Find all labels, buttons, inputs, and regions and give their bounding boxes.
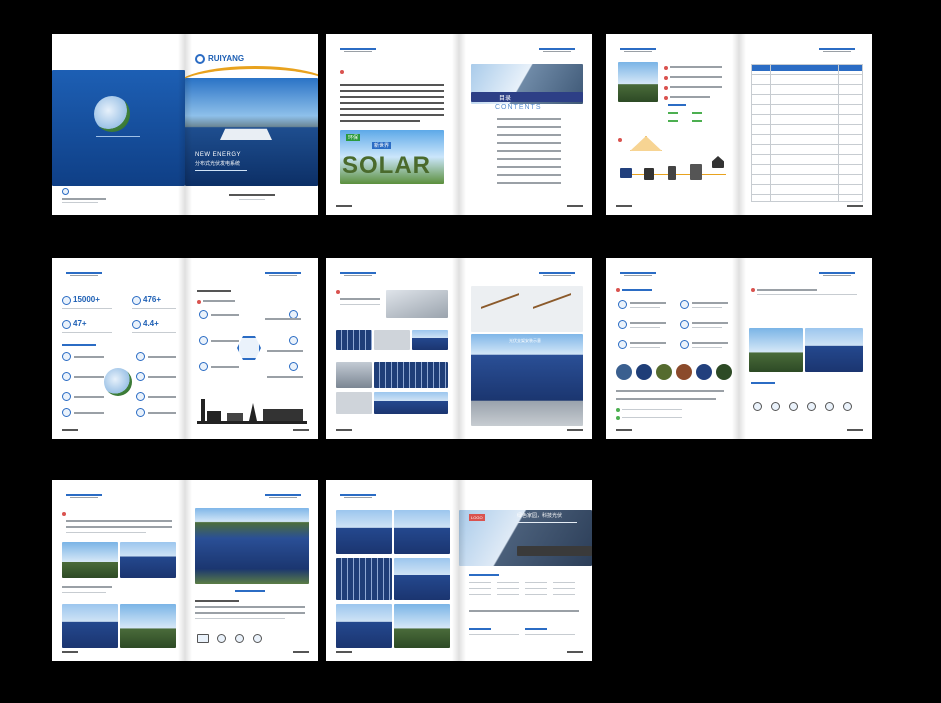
install-photo-5: [374, 362, 448, 388]
feature-icon-1: [753, 402, 762, 411]
installation-photos-page: [326, 258, 459, 439]
feature-icon-3: [789, 402, 798, 411]
system-page: [606, 34, 739, 215]
stat-value-1: 15000+: [73, 295, 100, 304]
factory-skyline: [197, 398, 307, 424]
rooftop-array-photo: [471, 334, 583, 426]
spread-cases[interactable]: [52, 480, 318, 661]
feature-icon-2: [771, 402, 780, 411]
case-photo-2: [120, 542, 176, 578]
install-photo-1: [336, 330, 372, 350]
spread-installation[interactable]: 光伏支架安装示意: [326, 258, 592, 439]
back-headline: 绿色家园，科技光伏: [517, 513, 563, 519]
contents-bar: [471, 92, 583, 102]
inverter-icon: [644, 168, 654, 180]
leaf-icon: [62, 320, 71, 329]
projects-page: [326, 480, 459, 661]
globe-plant-icon: [94, 96, 130, 132]
case-detail-page: [185, 480, 318, 661]
case-photo-1: [62, 542, 118, 578]
hex-diagram-page: [185, 258, 318, 439]
spread-projects-back[interactable]: LOGO 绿色家园，科技光伏: [326, 480, 592, 661]
feature-icon-5: [825, 402, 834, 411]
spread-advantages[interactable]: 15000+ 476+ 47+ 4.4+: [52, 258, 318, 439]
house-array-page: [739, 258, 872, 439]
spread-intro-contents[interactable]: 环保 新世界 SOLAR 目录 CONTENTS: [326, 34, 592, 215]
spread-system[interactable]: [606, 34, 872, 215]
clock-icon: [132, 296, 141, 305]
feature-photo-circle-3: [656, 364, 672, 380]
brochure-mockup-board: { "cover": { "brand": "RUIYANG", "taglin…: [0, 0, 941, 703]
feature-icon-4: [807, 402, 816, 411]
project-photo-3: [336, 558, 392, 600]
stat-value-2: 476+: [143, 295, 162, 304]
banner-label: 环保: [346, 134, 361, 141]
globe-plant-icon-2: [104, 368, 132, 396]
project-photo-4: [394, 558, 450, 600]
project-photo-2: [394, 510, 450, 554]
logo-small-icon: [62, 188, 69, 195]
install-photo-6: [336, 392, 372, 414]
roof-diagram-icon: [630, 136, 662, 151]
install-photo-7: [374, 392, 448, 414]
array-photo: [805, 328, 863, 372]
cover-tagline-en: NEW ENERGY: [195, 152, 242, 158]
cases-page: [52, 480, 185, 661]
banner-label-2: 新世界: [372, 142, 392, 149]
pv-module-icon: [620, 168, 632, 178]
mounting-overlay-title: 光伏支架安装示意: [509, 338, 541, 343]
feature-icon-6: [843, 402, 852, 411]
back-dark-band: [517, 546, 592, 556]
solar-word: SOLAR: [342, 152, 431, 179]
spec-table-page: [739, 34, 872, 215]
spec-icon-1: [197, 634, 209, 643]
meter-icon: [668, 166, 676, 180]
grid-icon: [690, 164, 702, 180]
mounting-page: 光伏支架安装示意: [459, 258, 592, 439]
case-photo-4: [120, 604, 176, 648]
toc-title-cn: 目录: [499, 96, 512, 102]
mounting-diagram: [471, 286, 583, 332]
back-cover: [52, 34, 185, 215]
cover-tagline-cn: 分布式光伏发电系统: [195, 161, 241, 167]
install-photo-4: [336, 362, 372, 388]
home-load-icon: [712, 156, 724, 168]
install-photo-3: [412, 330, 448, 350]
brand-logo-icon: [195, 54, 205, 64]
brand-name: RUIYANG: [208, 54, 245, 63]
stat-value-3: 47+: [73, 319, 87, 328]
feature-photo-circle-2: [636, 364, 652, 380]
toc-title-en: CONTENTS: [495, 104, 542, 111]
features-page: [606, 258, 739, 439]
install-photo-2: [374, 330, 410, 350]
spread-cover[interactable]: RUIYANG NEW ENERGY 分布式光伏发电系统: [52, 34, 318, 215]
feature-photo-circle-4: [676, 364, 692, 380]
back-cover-page: LOGO 绿色家园，科技光伏: [459, 480, 592, 661]
spec-icon-2: [217, 634, 226, 643]
spread-features[interactable]: [606, 258, 872, 439]
project-photo-5: [336, 604, 392, 648]
project-photo-1: [336, 510, 392, 554]
spec-icon-3: [235, 634, 244, 643]
thermometer-icon: [62, 296, 71, 305]
house-photo-2: [749, 328, 803, 372]
project-photo-6: [394, 604, 450, 648]
stats-page: 15000+ 476+ 47+ 4.4+: [52, 258, 185, 439]
energy-icon: [132, 320, 141, 329]
feature-photo-circle-6: [716, 364, 732, 380]
stat-value-4: 4.4+: [143, 319, 159, 328]
spec-table: [751, 64, 863, 202]
front-cover: RUIYANG NEW ENERGY 分布式光伏发电系统: [185, 34, 318, 215]
case-photo-3: [62, 604, 118, 648]
industrial-rooftop-photo: [195, 508, 309, 584]
feature-photo-circle-5: [696, 364, 712, 380]
rail-photo: [386, 290, 448, 318]
logo-badge: LOGO: [469, 514, 485, 521]
house-photo: [618, 62, 658, 102]
contents-page: 目录 CONTENTS: [459, 34, 592, 215]
intro-page: 环保 新世界 SOLAR: [326, 34, 459, 215]
spec-icon-4: [253, 634, 262, 643]
hexagon-center-icon: [237, 336, 261, 360]
feature-photo-circle-1: [616, 364, 632, 380]
